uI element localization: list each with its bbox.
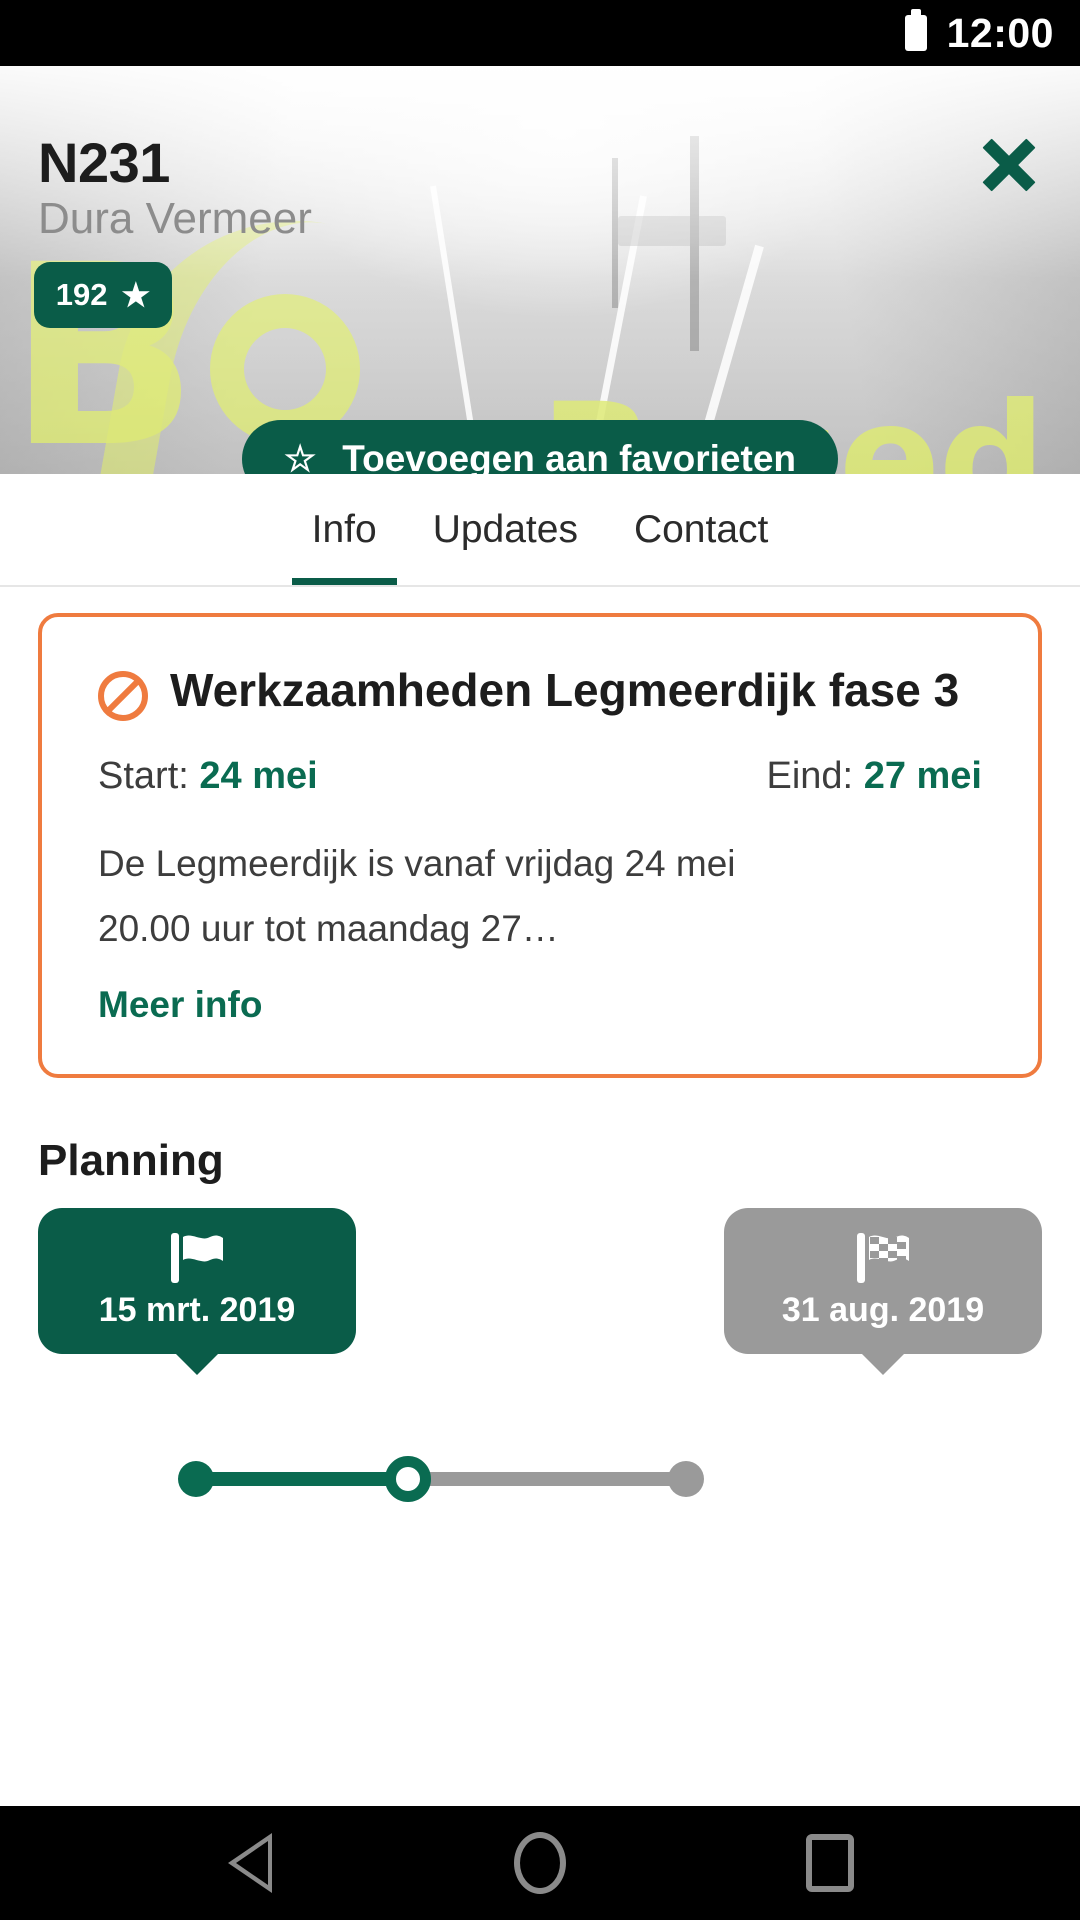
- alert-description: De Legmeerdijk is vanaf vrijdag 24 mei 2…: [98, 832, 982, 962]
- planning-timeline: 15 mrt. 2019 31 aug. 2019: [38, 1207, 1042, 1423]
- home-icon: [514, 1832, 566, 1894]
- recents-icon: [806, 1834, 854, 1892]
- android-nav-bar: [0, 1806, 1080, 1920]
- page-subtitle: Dura Vermeer: [38, 194, 312, 243]
- alert-description-line-2: 20.00 uur tot maandag 27…: [98, 907, 559, 949]
- favorite-count-badge: 192 ★: [34, 262, 172, 328]
- add-to-favorites-label: Toevoegen aan favorieten: [342, 438, 797, 474]
- milestone-end-date: 31 aug. 2019: [781, 1291, 985, 1329]
- progress-track-completed: [192, 1471, 414, 1486]
- milestone-end[interactable]: 31 aug. 2019: [724, 1207, 1042, 1354]
- hero-banner: B Based N231 Dura Vermeer 192 ★ ☆ Toevoe…: [0, 66, 1080, 474]
- battery-icon: [904, 9, 927, 51]
- more-info-link[interactable]: Meer info: [98, 984, 262, 1026]
- alert-description-line-1: De Legmeerdijk is vanaf vrijdag 24 mei: [98, 843, 736, 884]
- close-icon[interactable]: [966, 122, 1052, 208]
- progress-slider[interactable]: [38, 1449, 1042, 1509]
- nav-home-button[interactable]: [490, 1813, 590, 1913]
- progress-start-dot: [178, 1460, 214, 1497]
- progress-end-dot: [668, 1460, 704, 1497]
- tab-info-label: Info: [311, 507, 377, 551]
- tab-content-info: Werkzaamheden Legmeerdijk fase 3 Start: …: [0, 587, 1080, 1806]
- alert-start-value: 24 mei: [199, 755, 318, 797]
- star-outline-icon: ☆: [283, 438, 317, 475]
- add-to-favorites-button[interactable]: ☆ Toevoegen aan favorieten: [241, 420, 839, 475]
- nav-back-button[interactable]: [200, 1813, 300, 1913]
- tab-bar: Info Updates Contact: [0, 474, 1080, 587]
- tab-contact-label: Contact: [633, 507, 769, 551]
- back-icon: [228, 1833, 272, 1893]
- hero-content: N231 Dura Vermeer 192 ★ ☆ Toevoegen aan …: [0, 66, 1080, 474]
- milestone-start-date: 15 mrt. 2019: [98, 1291, 296, 1329]
- app-screen: 12:00 B Based N231 Dura Vermeer: [0, 0, 1080, 1920]
- tab-contact[interactable]: Contact: [606, 474, 796, 585]
- alert-end-label: Eind:: [766, 755, 854, 797]
- milestone-start[interactable]: 15 mrt. 2019: [38, 1207, 356, 1354]
- alert-start: Start: 24 mei: [98, 755, 318, 798]
- status-clock: 12:00: [946, 9, 1054, 56]
- page-title: N231: [38, 131, 170, 194]
- tab-info[interactable]: Info: [284, 474, 405, 585]
- alert-end: Eind: 27 mei: [767, 755, 983, 798]
- no-entry-icon: [98, 671, 148, 721]
- alert-date-row: Start: 24 mei Eind: 27 mei: [98, 755, 982, 798]
- checkered-flag-icon: [854, 1231, 912, 1285]
- alert-header: Werkzaamheden Legmeerdijk fase 3: [98, 661, 982, 721]
- nav-recents-button[interactable]: [780, 1813, 880, 1913]
- tab-updates[interactable]: Updates: [405, 474, 606, 585]
- tab-updates-label: Updates: [432, 507, 578, 551]
- alert-card[interactable]: Werkzaamheden Legmeerdijk fase 3 Start: …: [38, 613, 1042, 1078]
- status-bar: 12:00: [0, 0, 1080, 66]
- favorite-count-label: 192: [55, 277, 108, 312]
- planning-heading: Planning: [38, 1135, 224, 1185]
- star-solid-icon: ★: [121, 277, 151, 313]
- alert-start-label: Start:: [98, 755, 189, 797]
- flag-icon: [168, 1231, 226, 1285]
- alert-title: Werkzaamheden Legmeerdijk fase 3: [170, 664, 960, 716]
- progress-slider-thumb[interactable]: [385, 1455, 431, 1502]
- alert-end-value: 27 mei: [863, 755, 982, 797]
- progress-track-remaining: [414, 1471, 686, 1486]
